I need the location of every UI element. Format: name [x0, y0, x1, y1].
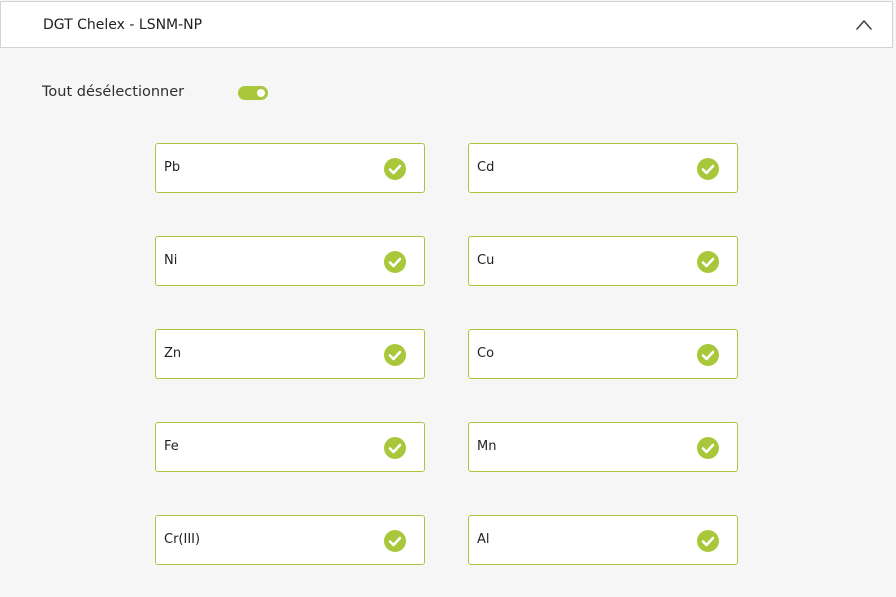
element-label: Pb — [164, 160, 181, 175]
check-circle-icon — [697, 158, 719, 180]
element-label: Ni — [164, 253, 178, 268]
element-label: Fe — [164, 439, 179, 454]
check-circle-icon — [697, 251, 719, 273]
element-label: Al — [477, 532, 490, 547]
element-card-al[interactable]: Al — [468, 515, 738, 565]
toggle-knob — [257, 89, 265, 97]
element-card-co[interactable]: Co — [468, 329, 738, 379]
panel-header[interactable]: DGT Chelex - LSNM-NP — [0, 1, 893, 48]
element-card-ni[interactable]: Ni — [155, 236, 425, 286]
check-circle-icon — [384, 437, 406, 459]
element-card-fe[interactable]: Fe — [155, 422, 425, 472]
element-card-cd[interactable]: Cd — [468, 143, 738, 193]
deselect-all-label: Tout désélectionner — [42, 84, 185, 100]
check-circle-icon — [697, 530, 719, 552]
element-card-cr-iii[interactable]: Cr(III) — [155, 515, 425, 565]
check-circle-icon — [384, 530, 406, 552]
panel-title: DGT Chelex - LSNM-NP — [43, 17, 203, 33]
element-card-mn[interactable]: Mn — [468, 422, 738, 472]
element-card-cu[interactable]: Cu — [468, 236, 738, 286]
element-card-pb[interactable]: Pb — [155, 143, 425, 193]
element-label: Cd — [477, 160, 495, 175]
element-label: Mn — [477, 439, 497, 454]
element-label: Zn — [164, 346, 182, 361]
check-circle-icon — [384, 158, 406, 180]
deselect-all-toggle[interactable] — [238, 86, 268, 100]
check-circle-icon — [384, 344, 406, 366]
element-label: Co — [477, 346, 495, 361]
element-label: Cr(III) — [164, 532, 201, 547]
check-circle-icon — [384, 251, 406, 273]
check-circle-icon — [697, 344, 719, 366]
check-circle-icon — [697, 437, 719, 459]
chevron-up-icon[interactable] — [854, 16, 874, 34]
element-card-zn[interactable]: Zn — [155, 329, 425, 379]
element-grid: Pb Cd Ni Cu Zn Co Fe Mn Cr(III) Al — [155, 143, 738, 565]
element-label: Cu — [477, 253, 495, 268]
